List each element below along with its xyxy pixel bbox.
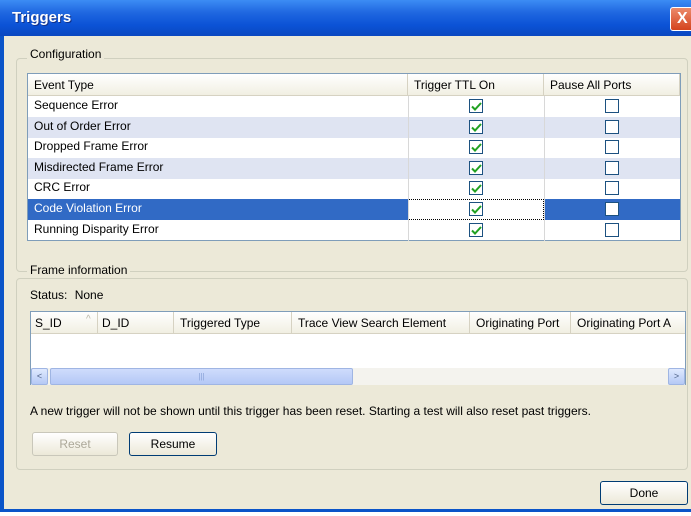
trigger-ttl-checkbox[interactable] xyxy=(469,222,483,237)
column-header-trigger-ttl[interactable]: Trigger TTL On xyxy=(408,74,544,96)
cell-divider xyxy=(408,199,409,220)
configuration-legend: Configuration xyxy=(27,47,105,61)
event-type-label: Out of Order Error xyxy=(34,118,131,133)
chevron-left-icon: < xyxy=(36,371,43,381)
column-header-pause-all-ports[interactable]: Pause All Ports xyxy=(544,74,680,96)
grid-header: Event Type Trigger TTL On Pause All Port… xyxy=(28,74,680,96)
column-header-s-id[interactable]: S_ID ^ xyxy=(31,312,98,333)
column-header-d-id[interactable]: D_ID xyxy=(98,312,174,333)
pause-all-ports-checkbox[interactable] xyxy=(605,140,619,155)
trigger-ttl-checkbox[interactable] xyxy=(469,140,483,155)
frame-information-legend: Frame information xyxy=(27,263,131,277)
cell-divider xyxy=(408,96,409,117)
event-type-label: Sequence Error xyxy=(34,98,119,112)
pause-all-ports-checkbox[interactable] xyxy=(605,181,619,196)
window-title: Triggers xyxy=(12,9,72,26)
event-row[interactable]: Misdirected Frame Error xyxy=(28,157,680,179)
close-icon: X xyxy=(677,10,688,27)
frame-info-list[interactable]: S_ID ^ D_ID Triggered Type Trace View Se… xyxy=(30,311,686,385)
cell-divider xyxy=(544,137,545,159)
cell-divider xyxy=(408,137,409,159)
pause-all-ports-checkbox[interactable] xyxy=(605,99,619,113)
pause-all-ports-checkbox[interactable] xyxy=(605,202,619,216)
chevron-right-icon: > xyxy=(673,371,680,381)
dialog-client-area: Configuration Event Type Trigger TTL On … xyxy=(4,36,691,509)
column-header-trace-view-search-element[interactable]: Trace View Search Element xyxy=(292,312,470,333)
event-type-label: Dropped Frame Error xyxy=(34,139,149,154)
pause-all-ports-checkbox[interactable] xyxy=(605,222,619,237)
cell-divider xyxy=(544,116,545,138)
trigger-ttl-checkbox[interactable] xyxy=(469,119,483,134)
scroll-right-button[interactable]: > xyxy=(668,368,685,385)
sort-ascending-icon: ^ xyxy=(86,314,91,325)
reset-note: A new trigger will not be shown until th… xyxy=(30,404,591,418)
cell-divider xyxy=(408,219,409,241)
status-label: Status: xyxy=(30,288,68,302)
cell-divider xyxy=(544,199,545,220)
column-header-originating-port-a[interactable]: Originating Port A xyxy=(571,312,685,333)
event-row[interactable]: Dropped Frame Error xyxy=(28,137,680,159)
event-row[interactable]: CRC Error xyxy=(28,178,680,200)
frame-list-header: S_ID ^ D_ID Triggered Type Trace View Se… xyxy=(31,312,685,334)
cell-divider xyxy=(544,219,545,241)
event-type-label: Misdirected Frame Error xyxy=(34,159,164,174)
triggers-window: Triggers X Configuration Event Type Trig… xyxy=(0,0,691,512)
trigger-ttl-checkbox[interactable] xyxy=(469,181,483,196)
trigger-ttl-checkbox[interactable] xyxy=(469,160,483,175)
event-type-label: CRC Error xyxy=(34,180,90,195)
cell-divider xyxy=(544,178,545,200)
cell-divider xyxy=(408,157,409,179)
event-row[interactable]: Out of Order Error xyxy=(28,116,680,138)
close-button[interactable]: X xyxy=(670,7,691,31)
column-header-originating-port[interactable]: Originating Port xyxy=(470,312,571,333)
event-row[interactable]: Code Violation Error xyxy=(28,199,680,220)
reset-button[interactable]: Reset xyxy=(32,432,118,456)
grip-icon: ||| xyxy=(198,372,205,381)
column-header-event-type[interactable]: Event Type xyxy=(28,74,408,96)
cell-divider xyxy=(408,116,409,138)
done-button[interactable]: Done xyxy=(600,481,688,505)
trigger-ttl-checkbox[interactable] xyxy=(469,99,483,113)
scroll-left-button[interactable]: < xyxy=(31,368,48,385)
event-row[interactable]: Sequence Error xyxy=(28,96,680,117)
status-line: Status: None xyxy=(30,288,103,302)
cell-divider xyxy=(544,96,545,117)
cell-divider xyxy=(544,157,545,179)
trigger-ttl-checkbox[interactable] xyxy=(469,202,483,216)
cell-divider xyxy=(408,178,409,200)
pause-all-ports-checkbox[interactable] xyxy=(605,160,619,175)
horizontal-scrollbar[interactable]: < ||| > xyxy=(31,368,685,385)
event-type-label: Running Disparity Error xyxy=(34,221,159,236)
resume-button[interactable]: Resume xyxy=(129,432,217,456)
event-type-grid: Event Type Trigger TTL On Pause All Port… xyxy=(27,73,681,241)
title-bar[interactable]: Triggers X xyxy=(0,0,691,36)
pause-all-ports-checkbox[interactable] xyxy=(605,119,619,134)
event-row[interactable]: Running Disparity Error xyxy=(28,219,680,241)
event-type-label: Code Violation Error xyxy=(34,201,142,215)
column-header-triggered-type[interactable]: Triggered Type xyxy=(174,312,292,333)
status-value: None xyxy=(74,288,104,302)
scrollbar-thumb[interactable]: ||| xyxy=(50,368,353,385)
